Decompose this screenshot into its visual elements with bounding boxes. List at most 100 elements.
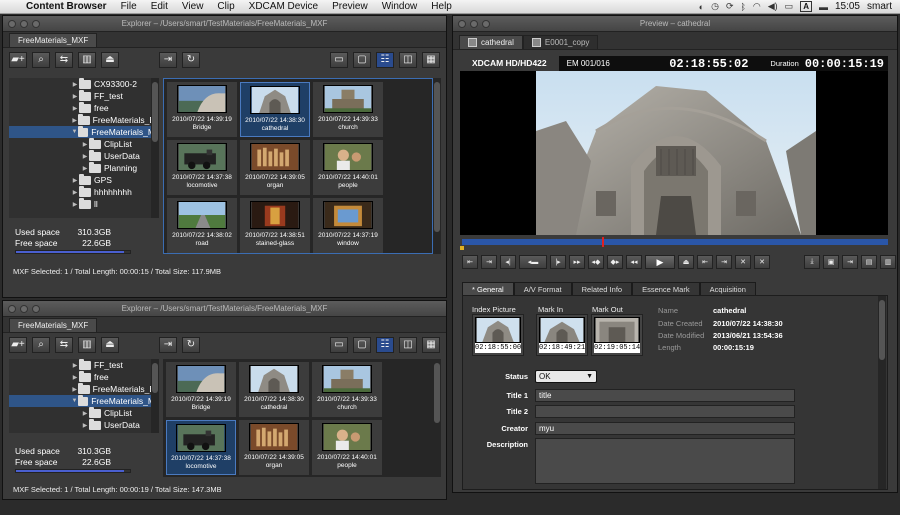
new-folder-button[interactable]: ▰+ — [9, 52, 27, 68]
disclosure-closed-icon[interactable]: ▶ — [71, 362, 79, 369]
tree-scrollbar[interactable] — [151, 78, 159, 218]
grid-view-menu-button[interactable]: ▦ — [422, 52, 440, 68]
playback-timeline[interactable] — [462, 237, 888, 247]
menu-window[interactable]: Window — [375, 1, 425, 12]
disclosure-closed-icon[interactable]: ▶ — [81, 165, 89, 172]
split-button[interactable]: ▤ — [861, 255, 877, 269]
folder-node[interactable]: ▶ Planning — [9, 161, 155, 174]
tree-scrollbar[interactable] — [151, 359, 159, 433]
mark-out-button[interactable]: ⇥ — [716, 255, 732, 269]
folder-node[interactable]: ▶ CX93300-2 — [9, 78, 155, 90]
clip-thumbnail[interactable]: 2010/07/22 14:39:33 church — [312, 362, 382, 417]
search-button[interactable]: ⌕ — [32, 337, 50, 353]
folder-node[interactable]: ▶ GPS — [9, 173, 155, 186]
tab-freematerials[interactable]: FreeMaterials_MXF — [9, 318, 98, 332]
disclosure-open-icon[interactable]: ▼ — [71, 129, 78, 135]
volume-icon[interactable]: ◀) — [768, 1, 778, 12]
folder-node[interactable]: ▶ ClipList — [9, 406, 155, 419]
folder-node[interactable]: ▶ free — [9, 101, 155, 114]
tab-freematerials[interactable]: FreeMaterials_MXF — [9, 33, 98, 47]
disclosure-closed-icon[interactable]: ▶ — [71, 201, 79, 208]
folder-node[interactable]: ▼ FreeMaterials_M — [9, 125, 155, 138]
disclosure-closed-icon[interactable]: ▶ — [81, 141, 89, 148]
menu-file[interactable]: File — [114, 1, 144, 12]
flag-icon[interactable]: ▬ — [819, 2, 828, 12]
clip-thumbnail[interactable]: 2010/07/22 14:39:05 organ — [239, 420, 309, 475]
essence-mark-button[interactable]: ⤓ — [804, 255, 820, 269]
disclosure-closed-icon[interactable]: ▶ — [71, 386, 78, 393]
export-button[interactable]: ▢ — [353, 52, 371, 68]
prev-mark-button[interactable]: ◂◆ — [588, 255, 604, 269]
tree-view-button[interactable]: ☷ — [376, 52, 394, 68]
disclosure-closed-icon[interactable]: ▶ — [71, 81, 79, 88]
clip-thumbnail[interactable]: 2010/07/22 14:40:01 people — [313, 140, 383, 195]
menu-help[interactable]: Help — [424, 1, 459, 12]
tab-av-format[interactable]: A/V Format — [513, 282, 572, 295]
disclosure-closed-icon[interactable]: ▶ — [71, 105, 79, 112]
filter-button[interactable]: ⇆ — [55, 52, 73, 68]
disclosure-closed-icon[interactable]: ▶ — [81, 410, 89, 417]
zoom-button[interactable] — [32, 19, 40, 28]
refresh-button[interactable]: ↻ — [182, 52, 200, 68]
index-picture-thumb[interactable]: 02:18:55:00 — [472, 314, 524, 356]
input-source-indicator[interactable]: A — [800, 1, 812, 12]
tab-related-info[interactable]: Related Info — [571, 282, 633, 295]
tab-essence-mark[interactable]: Essence Mark — [632, 282, 700, 295]
split-view-button[interactable]: ◫ — [399, 337, 417, 353]
play-button[interactable]: ▶ — [645, 255, 675, 269]
folder-node[interactable]: ▶ ClipList — [9, 137, 155, 150]
menu-preview[interactable]: Preview — [325, 1, 375, 12]
go-to-start-button[interactable]: ⇤ — [462, 255, 478, 269]
reverse-play-button[interactable]: ◂▬ — [519, 255, 547, 269]
minimize-button[interactable] — [20, 304, 28, 313]
minimize-button[interactable] — [470, 19, 478, 28]
thumbnail-view-button[interactable]: ▭ — [330, 337, 348, 353]
menu-clip[interactable]: Clip — [210, 1, 241, 12]
menu-view[interactable]: View — [175, 1, 211, 12]
disclosure-closed-icon[interactable]: ▶ — [81, 422, 89, 429]
mark-out-thumb[interactable]: 02:19:05:14 — [591, 314, 643, 356]
clip-thumbnail[interactable]: 2010/07/22 14:37:19 window — [313, 198, 383, 253]
disclosure-closed-icon[interactable]: ▶ — [71, 93, 79, 100]
mark-in-button[interactable]: ⇤ — [697, 255, 713, 269]
minimize-button[interactable] — [20, 19, 28, 28]
grid-scrollbar[interactable] — [433, 78, 441, 254]
thumbnail-view-button[interactable]: ▭ — [330, 52, 348, 68]
menu-xdcam-device[interactable]: XDCAM Device — [242, 1, 325, 12]
zoom-button[interactable] — [32, 304, 40, 313]
folder-node[interactable]: ▶ hhhhhhhh — [9, 185, 155, 198]
zoom-button[interactable] — [482, 19, 490, 28]
time-machine-icon[interactable]: ◷ — [711, 1, 719, 12]
menu-edit[interactable]: Edit — [144, 1, 175, 12]
step-forward-button[interactable]: |▸ — [550, 255, 566, 269]
clip-thumbnail[interactable]: 2010/07/22 14:39:33 church — [313, 82, 383, 137]
eject-button[interactable]: ⏏ — [101, 52, 119, 68]
clear-mark-out-button[interactable]: ✕ — [754, 255, 770, 269]
disclosure-closed-icon[interactable]: ▶ — [71, 189, 79, 196]
rewind-button[interactable]: ◂◂ — [626, 255, 642, 269]
delete-button[interactable]: ▥ — [78, 337, 96, 353]
import-button[interactable]: ⇥ — [159, 337, 177, 353]
video-frame[interactable] — [536, 71, 816, 235]
clip-thumbnail[interactable]: 2010/07/22 14:38:30 cathedral — [239, 362, 309, 417]
audio-meter-button[interactable]: ▥ — [880, 255, 896, 269]
export-frame-button[interactable]: ⇥ — [842, 255, 858, 269]
folder-node[interactable]: ▶ FF_test — [9, 359, 155, 371]
clear-mark-in-button[interactable]: ✕ — [735, 255, 751, 269]
go-to-end-button[interactable]: ⇥ — [481, 255, 497, 269]
battery-icon[interactable]: ▭ — [785, 1, 794, 12]
folder-node[interactable]: ▶ ll — [9, 197, 155, 210]
clock[interactable]: 15:05 — [835, 1, 860, 12]
folder-node[interactable]: ▶ FreeMaterials_E — [9, 113, 155, 126]
evernote-icon[interactable]: ◐ — [699, 2, 704, 12]
wifi-icon[interactable]: ◠ — [753, 1, 761, 12]
next-mark-button[interactable]: ◆▸ — [607, 255, 623, 269]
eject-button[interactable]: ⏏ — [101, 337, 119, 353]
tree-view-button[interactable]: ☷ — [376, 337, 394, 353]
creator-field[interactable]: myu — [535, 422, 795, 435]
tab-acquisition[interactable]: Acquisition — [699, 282, 756, 295]
search-button[interactable]: ⌕ — [32, 52, 50, 68]
grid-scrollbar[interactable] — [433, 359, 441, 477]
folder-node[interactable]: ▶ UserData — [9, 418, 155, 431]
title2-field[interactable] — [535, 405, 795, 418]
